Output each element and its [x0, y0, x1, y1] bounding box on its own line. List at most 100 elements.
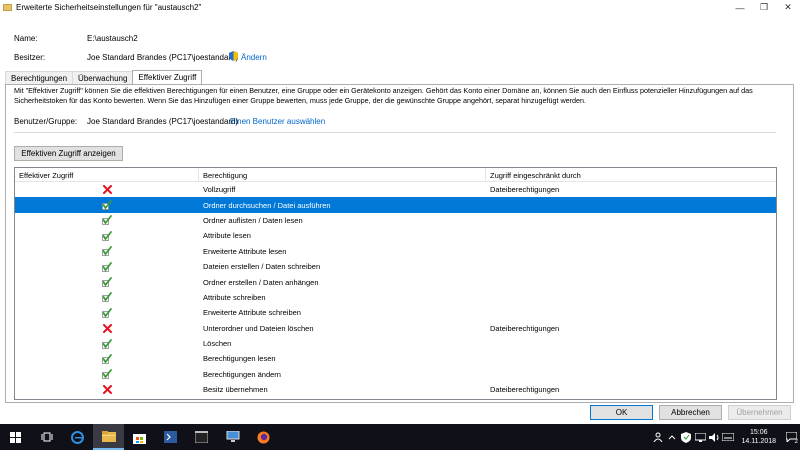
granted-checkmark-icon: [102, 215, 112, 226]
access-cell: [15, 385, 199, 395]
keyboard-icon[interactable]: [721, 424, 735, 450]
folder-icon: [3, 4, 12, 11]
tab-permissions[interactable]: Berechtigungen: [5, 71, 74, 84]
access-cell: [15, 200, 199, 210]
grid-header: Effektiver Zugriff Berechtigung Zugriff …: [15, 168, 776, 182]
granted-checkmark-icon: [102, 354, 112, 364]
granted-checkmark-icon: [102, 369, 112, 380]
access-cell: [15, 246, 199, 257]
permission-cell: Ordner durchsuchen / Datei ausführen: [203, 200, 331, 210]
table-row[interactable]: Löschen: [15, 336, 776, 351]
denied-icon: [102, 323, 112, 333]
access-cell: [15, 338, 199, 349]
table-row[interactable]: Ordner erstellen / Daten anhängen: [15, 274, 776, 289]
store-icon[interactable]: [124, 424, 155, 450]
table-row[interactable]: Erweiterte Attribute lesen: [15, 244, 776, 259]
user-icon[interactable]: [651, 424, 665, 450]
notification-count: 2: [794, 439, 798, 445]
table-row[interactable]: Vollzugriff Dateiberechtigungen: [15, 182, 776, 197]
granted-checkmark-icon: [102, 230, 112, 241]
apply-button[interactable]: Übernehmen: [728, 405, 791, 420]
file-explorer-icon[interactable]: [93, 424, 124, 450]
table-row[interactable]: Unterordner und Dateien löschen Dateibere…: [15, 321, 776, 336]
table-row[interactable]: Attribute lesen: [15, 228, 776, 243]
windows-start-icon[interactable]: [0, 424, 31, 450]
column-header-effective-access[interactable]: Effektiver Zugriff: [15, 168, 199, 181]
table-row[interactable]: Ordner auflisten / Daten lesen: [15, 213, 776, 228]
table-row[interactable]: Berechtigungen ändern: [15, 367, 776, 382]
defender-icon[interactable]: [679, 424, 693, 450]
title-bar: Erweiterte Sicherheitseinstellungen für …: [0, 0, 800, 15]
network-icon[interactable]: [693, 424, 707, 450]
column-header-permission[interactable]: Berechtigung: [199, 168, 486, 181]
column-header-restricted-by[interactable]: Zugriff eingeschränkt durch: [486, 168, 776, 181]
table-row[interactable]: Ordner durchsuchen / Datei ausführen: [15, 197, 776, 213]
access-cell: [15, 307, 199, 318]
access-cell: [15, 277, 199, 287]
granted-checkmark-icon: [102, 307, 112, 318]
divider: [14, 132, 776, 133]
table-row[interactable]: Attribute schreiben: [15, 290, 776, 305]
system-tray: 15:06 14.11.2018 2: [651, 424, 800, 450]
permission-cell: Dateien erstellen / Daten schreiben: [203, 262, 321, 272]
permission-cell: Löschen: [203, 339, 232, 349]
denied-icon: [102, 185, 112, 195]
table-row[interactable]: Dateien erstellen / Daten schreiben: [15, 259, 776, 274]
restricted-by-cell: Dateiberechtigungen: [490, 323, 560, 333]
access-cell: [15, 292, 199, 303]
minimize-button[interactable]: —: [728, 0, 752, 15]
user-group-label: Benutzer/Gruppe:: [14, 117, 78, 126]
table-row[interactable]: Besitz übernehmen Dateiberechtigungen: [15, 382, 776, 397]
volume-icon[interactable]: [707, 424, 721, 450]
close-button[interactable]: ✕: [776, 0, 800, 15]
grid-body: Vollzugriff Dateiberechtigungen Ordner dur…: [15, 182, 776, 397]
access-cell: [15, 354, 199, 364]
table-row[interactable]: Berechtigungen lesen: [15, 351, 776, 366]
clock-time: 15:06: [749, 429, 768, 436]
access-cell: [15, 261, 199, 272]
permission-cell: Attribute schreiben: [203, 292, 266, 302]
permission-cell: Berechtigungen lesen: [203, 354, 276, 364]
access-cell: [15, 185, 199, 195]
window-title: Erweiterte Sicherheitseinstellungen für …: [16, 3, 202, 12]
task-view-icon[interactable]: [31, 424, 62, 450]
ok-button[interactable]: OK: [590, 405, 653, 420]
permission-cell: Attribute lesen: [203, 231, 251, 241]
network-computer-icon[interactable]: [217, 424, 248, 450]
permission-cell: Vollzugriff: [203, 185, 236, 195]
table-row[interactable]: Erweiterte Attribute schreiben: [15, 305, 776, 320]
taskbar: 15:06 14.11.2018 2: [0, 424, 800, 450]
change-owner-link[interactable]: Ändern: [241, 53, 267, 62]
edge-browser-icon[interactable]: [62, 424, 93, 450]
restricted-by-cell: Dateiberechtigungen: [490, 385, 560, 395]
tab-auditing[interactable]: Überwachung: [72, 71, 134, 84]
permission-cell: Unterordner und Dateien löschen: [203, 323, 314, 333]
permission-cell: Ordner auflisten / Daten lesen: [203, 215, 303, 225]
select-user-link[interactable]: Einen Benutzer auswählen: [230, 117, 325, 126]
granted-checkmark-icon: [102, 200, 112, 210]
permission-cell: Erweiterte Attribute schreiben: [203, 308, 301, 318]
chevron-up-icon[interactable]: [665, 424, 679, 450]
action-center-icon[interactable]: 2: [782, 424, 800, 450]
granted-checkmark-icon: [102, 338, 112, 349]
clock-date: 14.11.2018: [741, 438, 776, 445]
cancel-button[interactable]: Abbrechen: [659, 405, 722, 420]
description-text: Mit "Effektiver Zugriff" können Sie die …: [14, 86, 753, 105]
permission-cell: Ordner erstellen / Daten anhängen: [203, 277, 319, 287]
granted-checkmark-icon: [102, 246, 112, 257]
granted-checkmark-icon: [102, 261, 112, 272]
clock[interactable]: 15:06 14.11.2018: [741, 428, 776, 446]
granted-checkmark-icon: [102, 292, 112, 303]
effective-access-grid: Effektiver Zugriff Berechtigung Zugriff …: [14, 167, 777, 400]
powershell-icon[interactable]: [155, 424, 186, 450]
user-group-value: Joe Standard Brandes (PC17\joestandard): [87, 117, 239, 126]
access-cell: [15, 369, 199, 380]
shield-icon: [229, 51, 238, 61]
name-label: Name:: [14, 34, 38, 43]
command-prompt-icon[interactable]: [186, 424, 217, 450]
firefox-icon[interactable]: [248, 424, 279, 450]
granted-checkmark-icon: [102, 277, 112, 287]
tab-effective-access[interactable]: Effektiver Zugriff: [132, 70, 203, 84]
show-effective-access-button[interactable]: Effektiven Zugriff anzeigen: [14, 146, 123, 161]
maximize-button[interactable]: ❐: [752, 0, 776, 15]
